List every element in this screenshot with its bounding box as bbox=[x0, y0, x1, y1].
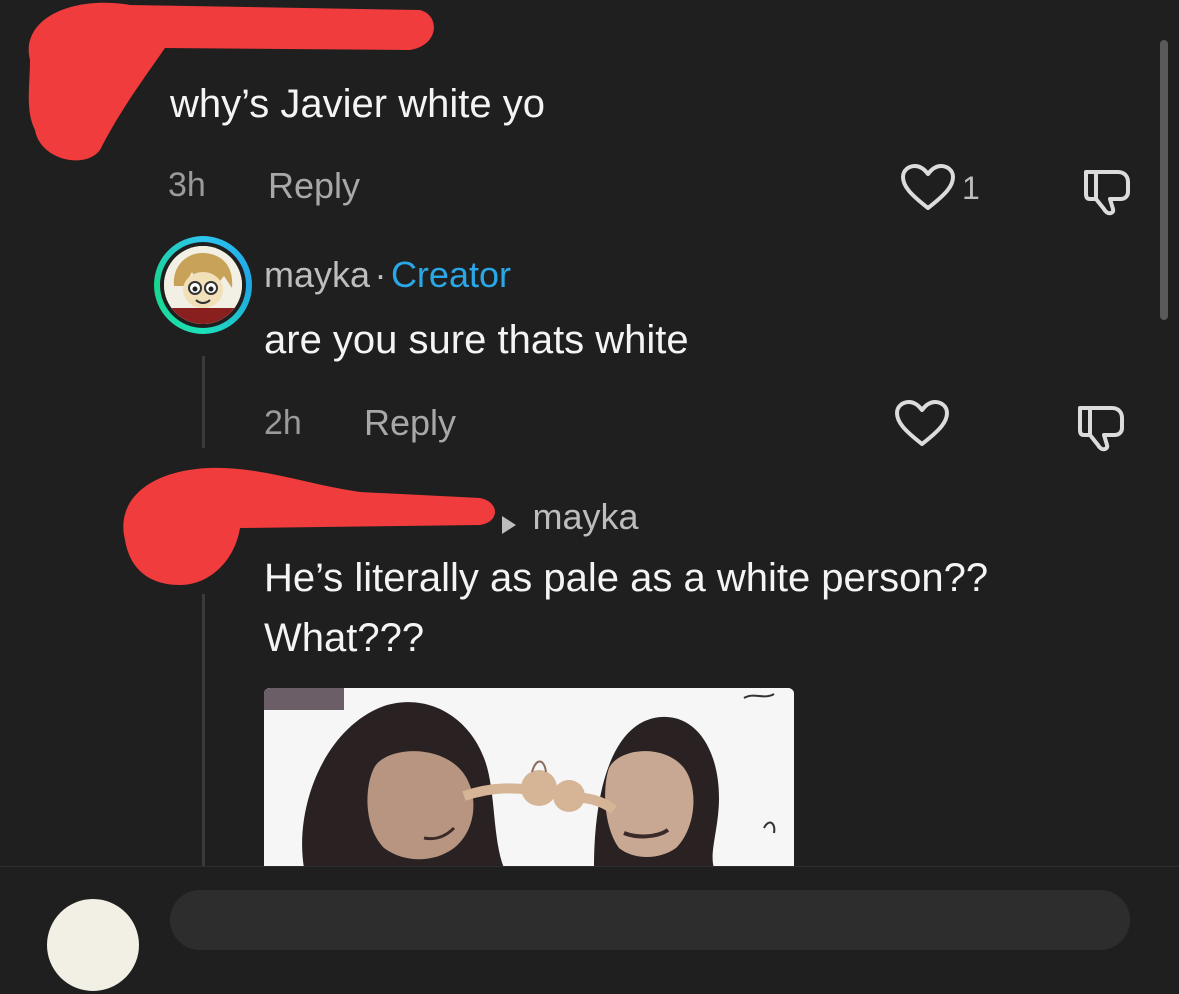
heart-icon[interactable] bbox=[894, 400, 950, 448]
creator-badge: Creator bbox=[390, 254, 511, 295]
thumbs-down-icon[interactable] bbox=[1080, 166, 1134, 216]
comment-timestamp: 2h bbox=[264, 404, 302, 442]
reply-to-username[interactable]: mayka bbox=[532, 496, 638, 537]
comment-text-line-1: He’s literally as pale as a white person… bbox=[264, 556, 989, 600]
separator-dot: · bbox=[374, 254, 387, 295]
triangle-right-icon bbox=[502, 515, 516, 534]
thread-line bbox=[202, 356, 205, 448]
thumbs-down-icon[interactable] bbox=[1074, 402, 1128, 452]
comment-text: why’s Javier white yo bbox=[170, 82, 545, 126]
thread-line bbox=[202, 594, 205, 866]
scrollbar[interactable] bbox=[1160, 40, 1168, 320]
like-count: 1 bbox=[962, 170, 980, 206]
reply-button[interactable]: Reply bbox=[268, 165, 360, 207]
creator-avatar[interactable] bbox=[154, 236, 252, 334]
comment-image-attachment[interactable] bbox=[264, 688, 794, 868]
comment-text-line-2: What??? bbox=[264, 616, 425, 660]
reply-to-indicator: mayka bbox=[500, 496, 638, 538]
comment-timestamp: 3h bbox=[168, 166, 206, 204]
comment-header: mayka · Creator bbox=[264, 254, 511, 296]
heart-icon[interactable] bbox=[900, 164, 956, 212]
username[interactable]: mayka bbox=[264, 254, 370, 295]
comment-text: are you sure thats white bbox=[264, 318, 689, 362]
reply-button[interactable]: Reply bbox=[364, 402, 456, 444]
comment-input[interactable] bbox=[170, 890, 1130, 950]
